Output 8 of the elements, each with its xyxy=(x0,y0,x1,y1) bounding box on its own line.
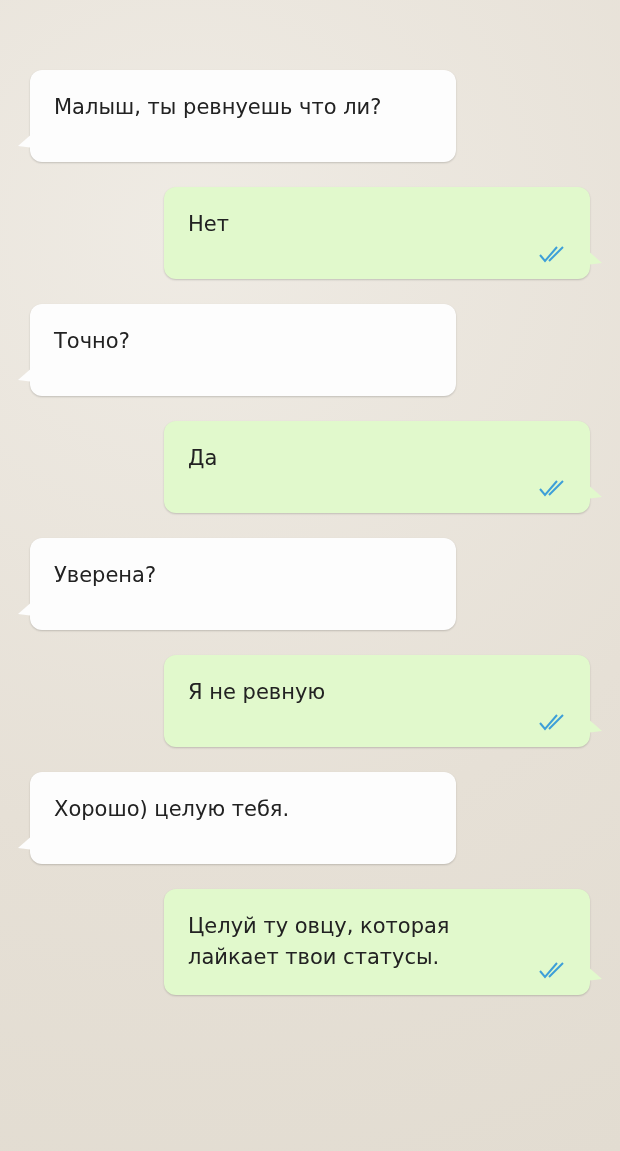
message-text: Я не ревную xyxy=(188,679,327,706)
message-text: Малыш, ты ревнуешь что ли? xyxy=(54,94,383,121)
message-text: Уверена? xyxy=(54,562,158,589)
message-text: Точно? xyxy=(54,328,131,355)
message-text: Да xyxy=(188,445,219,472)
message-text: Нет xyxy=(188,211,230,238)
message-text: Хорошо) целую тебя. xyxy=(54,796,291,823)
message-text: Целуй ту овцу, которая лайкает твои статусы. xyxy=(188,913,451,971)
